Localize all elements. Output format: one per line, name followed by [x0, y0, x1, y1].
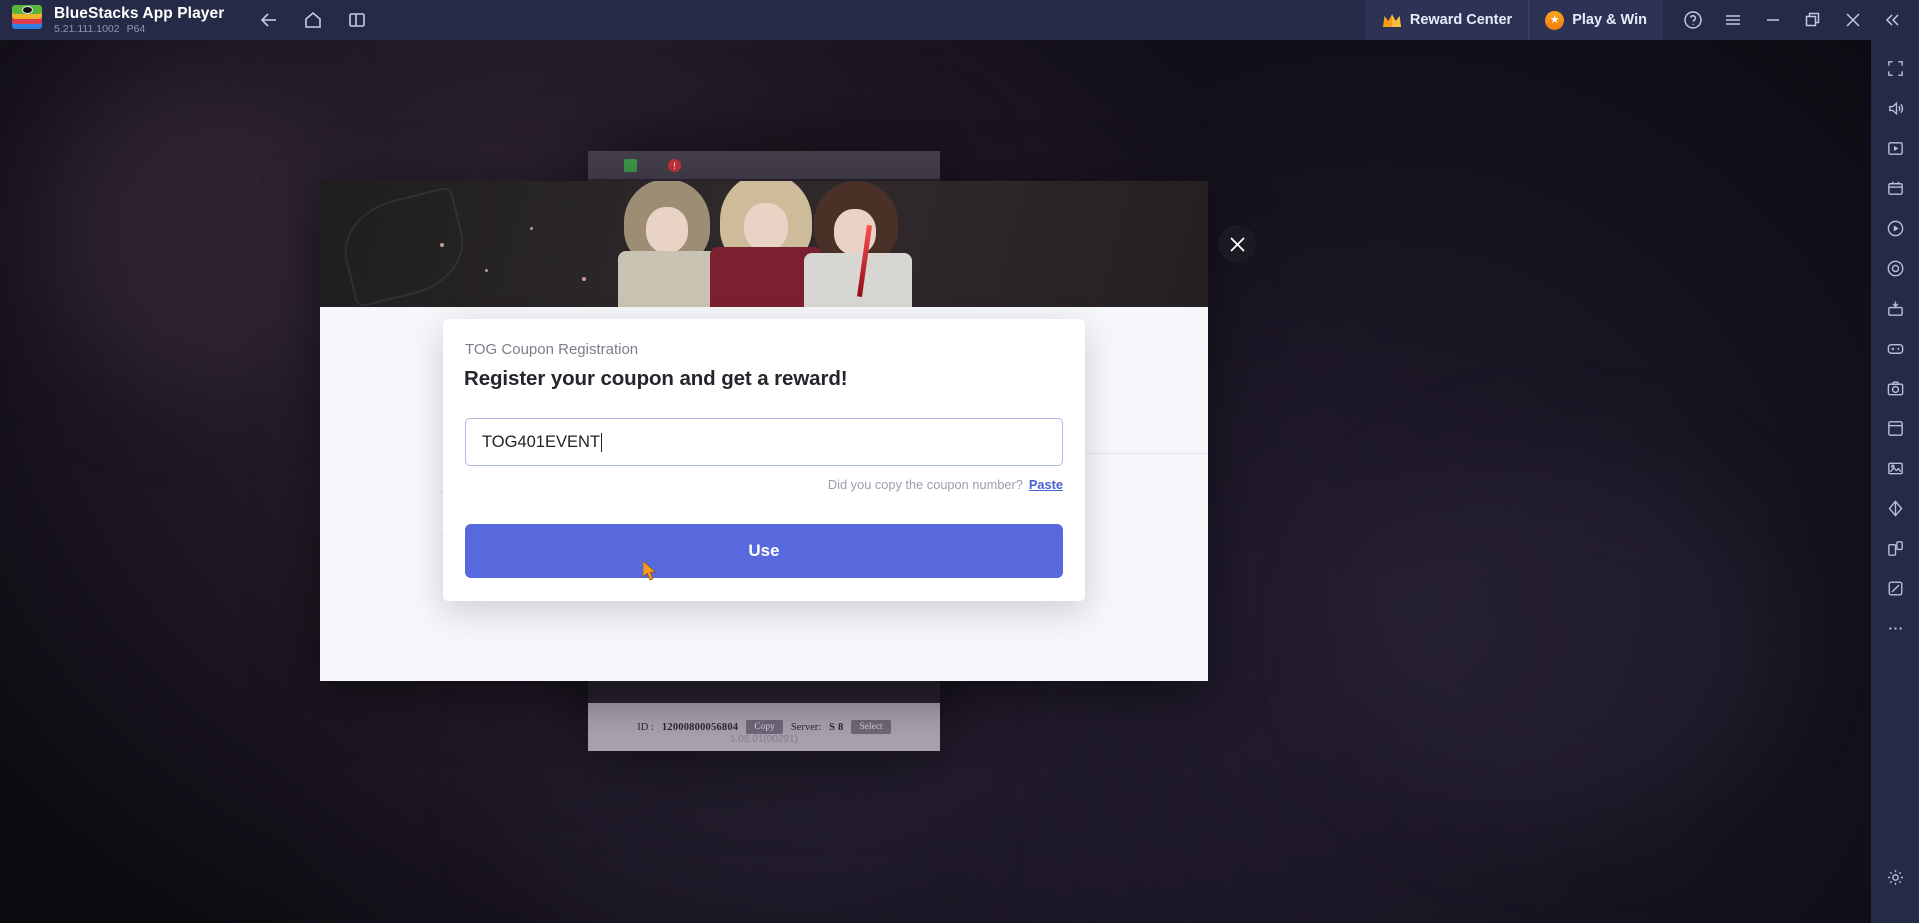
game-version-label: 1.06.01(00291)	[730, 734, 798, 745]
bluestacks-logo-icon	[12, 5, 42, 35]
sidebar-item-screen-record[interactable]	[1875, 128, 1915, 168]
overlay-hero-banner	[320, 181, 1208, 307]
maximize-icon	[1805, 12, 1820, 27]
sidebar-item-fullscreen[interactable]	[1875, 48, 1915, 88]
reward-center-label: Reward Center	[1409, 12, 1513, 28]
status-chip-red: !	[668, 159, 681, 172]
home-icon	[305, 11, 322, 28]
game-panel-topbar: !	[588, 151, 940, 179]
status-chip-green	[624, 159, 637, 172]
close-icon	[1229, 236, 1245, 252]
sidebar-item-gallery[interactable]	[1875, 448, 1915, 488]
play-and-win-button[interactable]: ★ Play & Win	[1528, 0, 1663, 40]
play-record-icon	[1887, 141, 1903, 155]
target-icon	[1887, 260, 1903, 276]
sidebar-item-macro-recorder[interactable]	[1875, 208, 1915, 248]
frame-icon	[1887, 420, 1903, 436]
reward-center-button[interactable]: Reward Center	[1365, 0, 1529, 40]
coupon-code-input[interactable]: TOG401EVENT	[465, 418, 1063, 466]
coupon-registration-modal: TOG Coupon Registration Register your co…	[443, 319, 1085, 601]
sidebar-item-real-time-translation[interactable]	[1875, 488, 1915, 528]
gamepad-icon	[1887, 343, 1903, 354]
app-title: BlueStacks App Player	[54, 4, 225, 22]
translate-icon	[1888, 499, 1902, 517]
gallery-icon	[1887, 462, 1903, 474]
sidebar-item-settings[interactable]	[1875, 857, 1915, 897]
app-version: 5.21.111.1002	[54, 22, 120, 35]
sidebar-item-multi-instance-manager[interactable]	[1875, 408, 1915, 448]
modal-title: Register your coupon and get a reward!	[464, 367, 848, 390]
app-title-block: BlueStacks App Player 5.21.111.1002 P64	[54, 5, 224, 36]
server-value: S 8	[829, 721, 844, 733]
arrow-left-icon	[261, 13, 277, 27]
question-circle-icon	[1684, 11, 1702, 29]
multi-instance-button[interactable]	[338, 3, 376, 37]
sidebar-item-rotate[interactable]	[1875, 528, 1915, 568]
sidebar-item-game-controls[interactable]	[1875, 328, 1915, 368]
paste-hint-row: Did you copy the coupon number? Paste	[828, 477, 1063, 492]
window-controls	[1663, 0, 1919, 40]
sidebar-item-eco-mode[interactable]	[1875, 248, 1915, 288]
ellipsis-icon	[1888, 626, 1902, 630]
account-id-label: ID :	[637, 721, 654, 733]
paste-link[interactable]: Paste	[1029, 477, 1063, 492]
close-icon	[1846, 13, 1860, 27]
play-and-win-label: Play & Win	[1572, 12, 1647, 28]
copy-id-button[interactable]: Copy	[746, 720, 783, 734]
windows-icon	[349, 13, 366, 27]
tools-sidebar	[1871, 40, 1919, 923]
broom-icon	[1888, 581, 1902, 595]
menu-button[interactable]	[1713, 0, 1753, 40]
paste-hint-text: Did you copy the coupon number?	[827, 477, 1023, 492]
camera-icon	[1887, 381, 1903, 395]
select-server-button[interactable]: Select	[851, 720, 891, 734]
chevron-double-left-icon	[1885, 14, 1899, 26]
coupon-code-value: TOG401EVENT	[482, 432, 600, 451]
modal-eyebrow: TOG Coupon Registration	[465, 341, 639, 358]
help-button[interactable]	[1673, 0, 1713, 40]
title-bar: BlueStacks App Player 5.21.111.1002 P64	[0, 0, 1919, 40]
collapse-sidebar-button[interactable]	[1873, 0, 1913, 40]
home-button[interactable]	[294, 3, 332, 37]
account-id-value: 12000800056804	[661, 721, 739, 733]
sidebar-item-install-apk[interactable]	[1875, 288, 1915, 328]
rotate-icon	[1887, 540, 1903, 556]
server-label: Server:	[790, 721, 822, 733]
bluestacks-window: ! ID : 12000800056804 Copy Server: S 8 S…	[0, 0, 1919, 923]
speaker-icon	[1888, 101, 1903, 115]
sidebar-item-media-manager[interactable]	[1875, 168, 1915, 208]
close-button[interactable]	[1833, 0, 1873, 40]
hero-decorative-glyph	[334, 185, 474, 307]
gear-icon	[1887, 869, 1903, 885]
app-version-block: 5.21.111.1002 P64	[54, 22, 224, 36]
star-badge-icon: ★	[1545, 10, 1565, 30]
sidebar-item-trim-memory[interactable]	[1875, 568, 1915, 608]
media-manager-icon	[1887, 181, 1903, 195]
nav-icon-group	[250, 3, 376, 37]
hero-character-art	[610, 181, 920, 307]
close-overlay-button[interactable]	[1218, 225, 1256, 263]
record-circle-icon	[1887, 220, 1903, 236]
sidebar-item-volume[interactable]	[1875, 88, 1915, 128]
titlebar-right-group: Reward Center ★ Play & Win	[1365, 0, 1919, 40]
maximize-button[interactable]	[1793, 0, 1833, 40]
background-glow-left	[40, 70, 340, 390]
sidebar-item-more[interactable]	[1875, 608, 1915, 648]
minimize-icon	[1767, 19, 1779, 21]
text-caret	[601, 432, 602, 452]
fullscreen-icon	[1887, 60, 1903, 76]
back-button[interactable]	[250, 3, 288, 37]
sidebar-item-screenshot[interactable]	[1875, 368, 1915, 408]
hamburger-icon	[1726, 15, 1740, 25]
app-arch: P64	[126, 22, 146, 35]
background-glow-right	[1350, 460, 1770, 820]
minimize-button[interactable]	[1753, 0, 1793, 40]
apk-install-icon	[1887, 300, 1903, 316]
game-viewport[interactable]: ! ID : 12000800056804 Copy Server: S 8 S…	[0, 40, 1871, 923]
crown-icon	[1382, 13, 1401, 27]
use-coupon-button[interactable]: Use	[465, 524, 1063, 578]
